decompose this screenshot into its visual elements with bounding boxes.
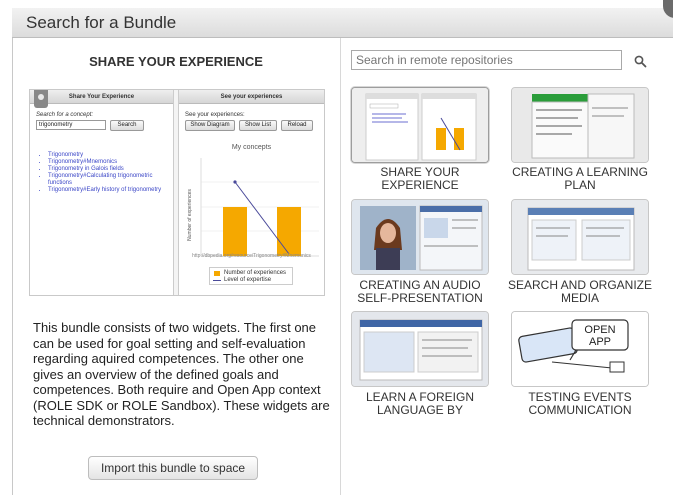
- legend-line: [213, 280, 221, 281]
- preview-result-item: Trigonometry#Early history of trigonomet…: [48, 187, 168, 194]
- bundle-thumbnail: [512, 88, 648, 162]
- legend-entry: Number of experiences: [224, 270, 287, 276]
- preview-search-button: Search: [110, 120, 144, 131]
- bundle-tile-share-experience[interactable]: [351, 87, 489, 163]
- dialog-title: Search for a Bundle: [26, 13, 177, 32]
- preview-widget-share: Share Your Experience Search for a conce…: [30, 90, 174, 295]
- pane-divider: [340, 38, 341, 495]
- preview-result-item: Trigonometry#Calculating trigonometric f…: [48, 173, 168, 187]
- preview-chart-url: http://dbpedia.org/resource/Trigonometry…: [192, 253, 311, 259]
- bundle-tile-learning-plan[interactable]: [511, 87, 649, 163]
- bundle-thumbnail: [352, 200, 488, 274]
- preview-search-label: Search for a concept:: [36, 112, 94, 118]
- bundle-search-dialog: Search for a Bundle SHARE YOUR EXPERIENC…: [0, 0, 673, 495]
- bundle-tile-organize-media[interactable]: [511, 199, 649, 275]
- bundle-tile-label[interactable]: TESTING EVENTS COMMUNICATION: [505, 391, 655, 417]
- preview-result-item: Trigonometry: [48, 152, 168, 159]
- preview-chart-bar: [277, 207, 301, 256]
- preview-chart: Number of experiences: [187, 158, 319, 257]
- legend-swatch: [214, 271, 220, 276]
- bundle-tile-audio-presentation[interactable]: [351, 199, 489, 275]
- bundle-tile-label[interactable]: LEARN A FOREIGN LANGUAGE BY: [345, 391, 495, 417]
- bundle-thumbnail: [512, 200, 648, 274]
- bundle-tile-label[interactable]: SEARCH AND ORGANIZE MEDIA: [505, 279, 655, 305]
- open-app-logo: OPEN APP: [512, 312, 648, 386]
- bundle-heading: SHARE YOUR EXPERIENCE: [89, 54, 263, 69]
- frame-border: [12, 38, 13, 495]
- bundle-preview-image: Share Your Experience Search for a conce…: [29, 89, 325, 296]
- preview-result-item: Trigonometry#Mnemonics: [48, 159, 168, 166]
- pin-icon: [34, 90, 48, 108]
- preview-chart-legend: Number of experiences Level of expertise: [209, 267, 293, 285]
- legend-entry: Level of expertise: [224, 277, 272, 283]
- bundle-tile-label[interactable]: CREATING A LEARNING PLAN: [505, 166, 655, 192]
- bundle-thumbnail: [352, 312, 488, 386]
- bundle-tile-label[interactable]: CREATING AN AUDIO SELF-PRESENTATION: [345, 279, 495, 305]
- preview-result-item: Trigonometry in Galois fields: [48, 166, 168, 173]
- open-app-logo-text: APP: [589, 336, 611, 348]
- bundle-tile-events-communication[interactable]: OPEN APP: [511, 311, 649, 387]
- import-bundle-button[interactable]: Import this bundle to space: [88, 456, 258, 480]
- bundle-tile-foreign-language[interactable]: [351, 311, 489, 387]
- preview-chart-y-label: Number of experiences: [187, 189, 193, 241]
- preview-widget-title: Share Your Experience: [30, 90, 173, 104]
- search-input[interactable]: [351, 50, 622, 70]
- bundle-tile-label[interactable]: SHARE YOUR EXPERIENCE: [345, 166, 495, 192]
- bundle-description: This bundle consists of two widgets. The…: [33, 320, 330, 428]
- preview-search-field: trigonometry: [36, 120, 106, 130]
- open-app-logo-text: OPEN: [584, 324, 615, 336]
- preview-chart-point: [233, 180, 237, 184]
- preview-widget-experiences: See your experiences See your experience…: [178, 90, 324, 295]
- bundle-thumbnail: [352, 88, 488, 162]
- search-icon[interactable]: [634, 55, 647, 68]
- preview-result-list: Trigonometry Trigonometry#Mnemonics Trig…: [38, 152, 168, 194]
- preview-chart-bar: [223, 207, 247, 256]
- title-bar: Search for a Bundle: [12, 8, 673, 38]
